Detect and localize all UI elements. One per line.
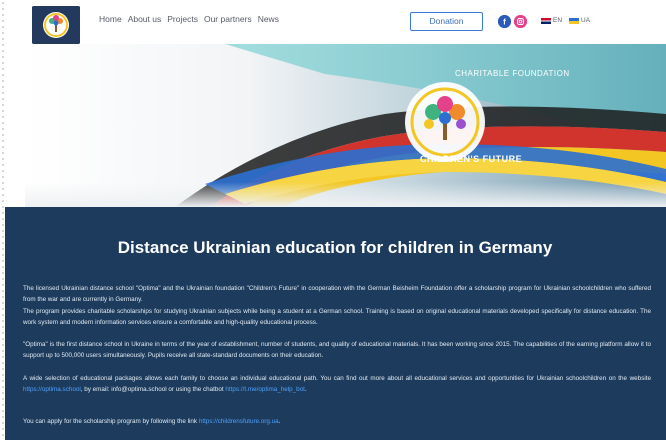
site-logo[interactable]	[32, 6, 80, 44]
language-en[interactable]: EN	[541, 17, 562, 24]
nav-news[interactable]: News	[258, 14, 279, 24]
facebook-icon[interactable]: f	[498, 15, 511, 28]
paragraph-packages-text-a: A wide selection of educational packages…	[23, 375, 651, 382]
hero-logo-arc-text: CHARITABLE FOUNDATION	[455, 69, 570, 78]
language-ua[interactable]: UA	[569, 17, 590, 24]
optima-website-link[interactable]: https://optima.school	[23, 386, 81, 393]
nav-about-us[interactable]: About us	[128, 14, 162, 24]
paragraph-optima: "Optima" is the first distance school in…	[23, 341, 651, 359]
donation-button[interactable]: Donation	[410, 12, 483, 31]
apply-link[interactable]: https://childrensfuture.org.ua	[199, 418, 279, 425]
nav-home[interactable]: Home	[99, 14, 122, 24]
nav-projects[interactable]: Projects	[167, 14, 198, 24]
hero-banner: CHARITABLE FOUNDATION CHILDREN'S FUTURE	[25, 44, 666, 207]
paragraph-packages: A wide selection of educational packages…	[23, 374, 651, 395]
hero-logo-bottom-text: CHILDREN'S FUTURE	[420, 154, 522, 164]
paragraph-apply-text-b: .	[278, 418, 281, 425]
language-ua-label: UA	[581, 17, 591, 24]
page-title: Distance Ukrainian education for childre…	[117, 238, 553, 257]
instagram-icon[interactable]	[514, 15, 527, 28]
language-en-label: EN	[553, 17, 563, 24]
paragraph-packages-text-b: , by email: info@optima.school or using …	[80, 385, 226, 393]
main-nav: Home About us Projects Our partners News	[99, 14, 279, 24]
site-header: Home About us Projects Our partners News…	[25, 0, 666, 44]
flag-en-icon	[541, 17, 551, 24]
nav-our-partners[interactable]: Our partners	[204, 14, 252, 24]
paragraph-apply: You can apply for the scholarship progra…	[23, 417, 651, 428]
paragraph-packages-text-c: .	[304, 385, 307, 393]
paragraph-apply-text-a: You can apply for the scholarship progra…	[23, 418, 199, 425]
paragraph-program: The program provides charitable scholars…	[23, 308, 651, 326]
paragraph-intro: The licensed Ukrainian distance school "…	[23, 285, 651, 303]
flag-ua-icon	[569, 17, 579, 24]
svg-text:f: f	[503, 18, 506, 27]
chatbot-link[interactable]: https://t.me/optima_help_bot	[225, 386, 304, 393]
hero-bottom-fade	[25, 182, 666, 207]
content-panel: Distance Ukrainian education for childre…	[5, 207, 666, 440]
